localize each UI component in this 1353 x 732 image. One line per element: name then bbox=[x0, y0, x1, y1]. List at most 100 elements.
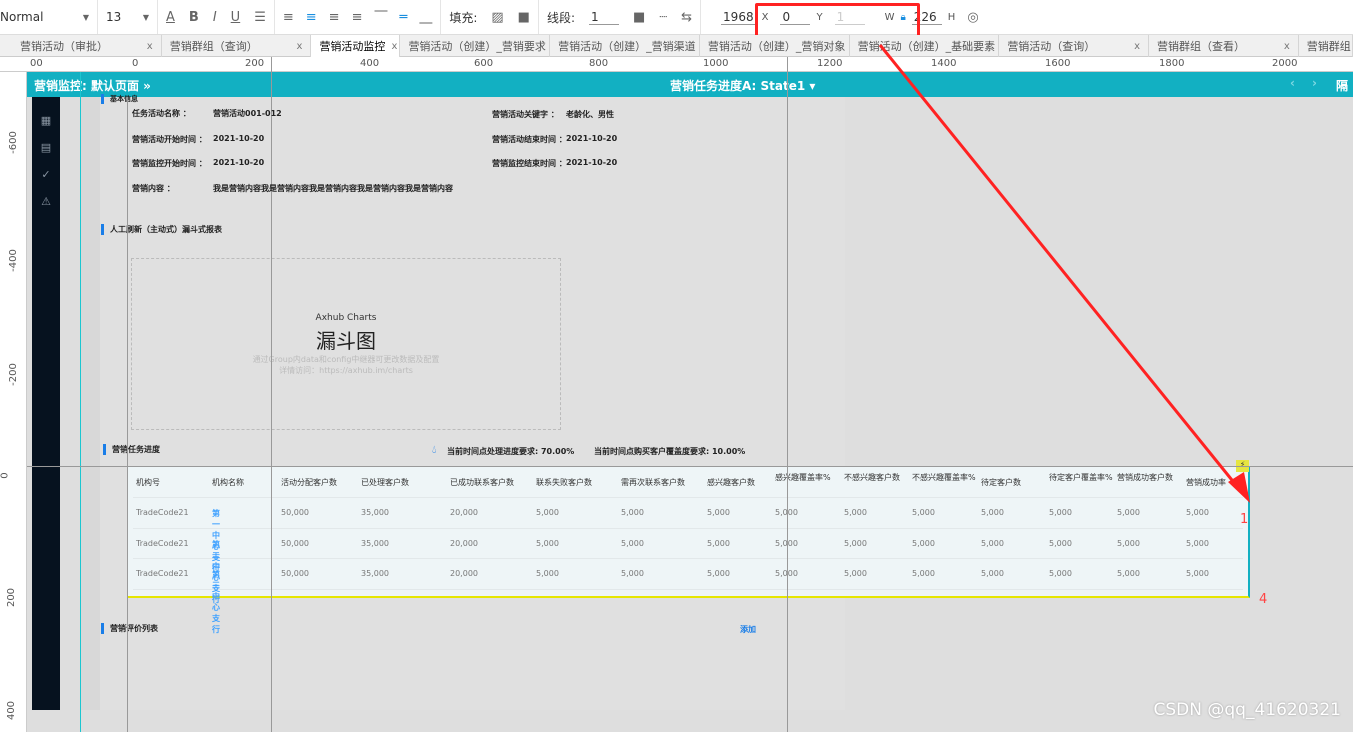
table-cell: 5,000 bbox=[536, 539, 559, 548]
list-icon[interactable]: ▤ bbox=[32, 134, 60, 161]
column-header: 不感兴趣覆盖率% bbox=[912, 473, 976, 482]
table-cell: TradeCode21 bbox=[136, 539, 189, 548]
chart-link[interactable]: 详情访问：https://axhub.im/charts bbox=[132, 365, 560, 376]
tab-4[interactable]: 营销活动（创建）_营销渠道x bbox=[550, 35, 700, 57]
bold-icon[interactable]: B bbox=[189, 10, 199, 25]
style-select[interactable]: Normal bbox=[0, 10, 43, 24]
tab-label: 营销活动（查询） bbox=[1007, 40, 1096, 53]
line-color-icon[interactable]: ■ bbox=[633, 10, 645, 25]
table-cell: 5,000 bbox=[1049, 569, 1072, 578]
valign-middle-icon[interactable]: ═ bbox=[399, 10, 407, 25]
line-width-input[interactable]: 1 bbox=[589, 10, 620, 25]
tab-9[interactable]: 营销群组 bbox=[1299, 35, 1353, 57]
tab-label: 营销活动（创建）_营销要求 bbox=[408, 40, 546, 53]
branch-link[interactable]: 第三中心支行 bbox=[212, 569, 220, 635]
horizontal-ruler: 00 0 200 400 600 800 1000 1200 1400 1600 1800 2000 bbox=[0, 57, 1353, 72]
tab-7[interactable]: 营销活动（查询） x bbox=[999, 35, 1150, 57]
align-left-icon[interactable]: ≡ bbox=[283, 10, 294, 25]
tab-3[interactable]: 营销活动（创建）_营销要求x bbox=[400, 35, 551, 57]
line-pattern-icon[interactable]: ┈ bbox=[659, 10, 667, 25]
table-cell: 5,000 bbox=[707, 539, 730, 548]
table-icon[interactable]: ▦ bbox=[32, 107, 60, 134]
justify-icon[interactable]: ≡ bbox=[352, 10, 363, 25]
field-label: 任务活动名称 ： bbox=[132, 109, 191, 118]
guide-line bbox=[27, 466, 1353, 467]
close-icon[interactable]: x bbox=[147, 41, 153, 52]
column-header: 营销成功率 bbox=[1186, 478, 1226, 487]
field-label: 营销监控开始时间 ： bbox=[132, 159, 207, 168]
field-label: 营销监控结束时间 ： bbox=[492, 159, 567, 168]
field-value: 老龄化、男性 bbox=[566, 110, 614, 119]
table-cell: 5,000 bbox=[1117, 508, 1140, 517]
table-cell: 5,000 bbox=[912, 539, 935, 548]
column-header: 不感兴趣客户数 bbox=[844, 473, 900, 482]
field-value: 营销活动001-012 bbox=[213, 109, 282, 118]
check-circle-icon[interactable]: ✓ bbox=[32, 161, 60, 188]
list-icon[interactable]: ☰ bbox=[254, 10, 266, 25]
tab-2[interactable]: 营销活动监控 x bbox=[311, 35, 401, 57]
prev-icon[interactable]: ‹ bbox=[1290, 76, 1295, 90]
align-right-icon[interactable]: ≡ bbox=[329, 10, 340, 25]
table-cell: 5,000 bbox=[844, 508, 867, 517]
ruler-label: 00 bbox=[30, 58, 43, 69]
close-icon[interactable]: x bbox=[1134, 41, 1140, 52]
state-dropdown[interactable]: 营销任务进度A: State1 ▾ bbox=[670, 77, 815, 94]
close-icon[interactable]: x bbox=[1284, 41, 1290, 52]
chevron-down-icon[interactable]: ▼ bbox=[83, 13, 89, 22]
tab-1[interactable]: 营销群组（查询） x bbox=[162, 35, 312, 57]
column-header: 需再次联系客户数 bbox=[621, 478, 685, 487]
close-icon[interactable]: x bbox=[391, 41, 397, 52]
column-header: 已处理客户数 bbox=[361, 478, 409, 487]
tab-0[interactable]: 营销活动（审批） x bbox=[12, 35, 162, 57]
add-button[interactable]: 添加 bbox=[740, 624, 756, 635]
table-cell: 50,000 bbox=[281, 539, 309, 548]
arrow-style-icon[interactable]: ⇆ bbox=[681, 10, 692, 25]
field-label: 营销活动结束时间 ： bbox=[492, 135, 567, 144]
table-cell: 5,000 bbox=[912, 508, 935, 517]
table-cell: 5,000 bbox=[536, 508, 559, 517]
table-cell: 35,000 bbox=[361, 569, 389, 578]
valign-top-icon[interactable]: ⎺ bbox=[374, 10, 387, 25]
toolbar: Normal ▼ 13 ▼ A B I U ☰ ≡ ≡ ≡ ≡ ⎺ ═ ⎽ 填充: … bbox=[0, 0, 1353, 35]
chart-title: 漏斗图 bbox=[316, 329, 376, 353]
table-cell: 5,000 bbox=[707, 508, 730, 517]
shadow-icon[interactable]: ■ bbox=[518, 10, 530, 25]
tab-6[interactable]: 营销活动（创建）_基础要素x bbox=[850, 35, 1000, 57]
close-icon[interactable]: x bbox=[297, 41, 303, 52]
field-value: 2021-10-20 bbox=[566, 134, 618, 143]
chevron-down-icon[interactable]: ▼ bbox=[143, 13, 149, 22]
tab-8[interactable]: 营销群组（查看） x bbox=[1149, 35, 1299, 57]
ruler-label: -200 bbox=[7, 363, 19, 386]
font-size-select[interactable]: 13 bbox=[106, 10, 121, 24]
next-icon[interactable]: › bbox=[1312, 76, 1317, 90]
table-cell: 5,000 bbox=[707, 569, 730, 578]
table-cell: 5,000 bbox=[621, 569, 644, 578]
eye-icon[interactable]: ◎ bbox=[967, 10, 978, 25]
field-label: 营销活动开始时间 ： bbox=[132, 135, 207, 144]
column-header: 营销成功客户数 bbox=[1117, 473, 1173, 482]
align-center-icon[interactable]: ≡ bbox=[306, 10, 317, 25]
underline-icon[interactable]: U bbox=[231, 10, 241, 25]
fill-color-icon[interactable]: ▨ bbox=[491, 10, 503, 25]
warning-icon[interactable]: ⚠ bbox=[32, 188, 60, 215]
font-color-icon[interactable]: A bbox=[166, 10, 175, 25]
column-header: 待定客户覆盖率% bbox=[1049, 473, 1113, 482]
column-header: 感兴趣覆盖率% bbox=[775, 473, 831, 482]
sidebar: ▦ ▤ ✓ ⚠ bbox=[32, 97, 60, 710]
guide-line bbox=[127, 97, 128, 732]
table-cell: 5,000 bbox=[1186, 569, 1209, 578]
tab-5[interactable]: 营销活动（创建）_营销对象x bbox=[700, 35, 850, 57]
annotation-1: 1 bbox=[1240, 512, 1249, 527]
row-divider bbox=[133, 589, 1243, 590]
x-input[interactable]: 1968 bbox=[721, 10, 756, 25]
table-cell: 5,000 bbox=[1117, 539, 1140, 548]
table-cell: 35,000 bbox=[361, 539, 389, 548]
valign-bottom-icon[interactable]: ⎽ bbox=[419, 10, 432, 25]
prototype-header: 营销监控: 默认页面 » 营销任务进度A: State1 ▾ ‹ › 隔 bbox=[27, 72, 1353, 97]
italic-icon[interactable]: I bbox=[213, 10, 217, 25]
water-drop-icon: 💧︎ bbox=[432, 443, 437, 456]
table-cell: 50,000 bbox=[281, 569, 309, 578]
table-cell: 5,000 bbox=[844, 539, 867, 548]
tab-label: 营销活动（创建）_基础要素 bbox=[857, 40, 996, 53]
field-value: 我是营销内容我是营销内容我是营销内容我是营销内容我是营销内容 bbox=[213, 184, 453, 193]
